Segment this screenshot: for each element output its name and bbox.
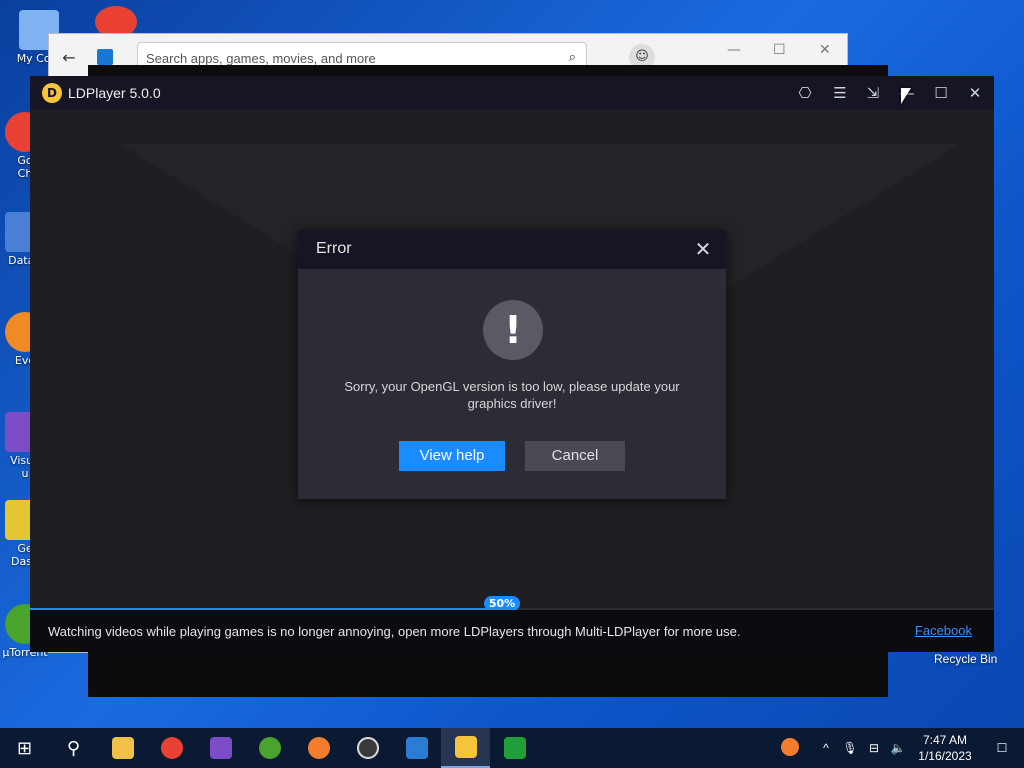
search-placeholder: Search apps, games, movies, and more <box>146 51 376 66</box>
search-button[interactable]: ⚲ <box>49 728 98 768</box>
notifications-icon[interactable]: ☐ <box>980 741 1024 755</box>
taskbar-app-utorrent[interactable] <box>245 728 294 768</box>
back-arrow-icon[interactable]: ← <box>49 48 89 67</box>
chrome-icon <box>160 737 183 759</box>
start-button[interactable]: ⊞ <box>0 728 49 768</box>
maximize-icon[interactable]: ☐ <box>773 42 786 58</box>
footer-message: Watching videos while playing games is n… <box>48 623 741 639</box>
taskbar-app-xbox[interactable] <box>490 728 539 768</box>
ldplayer-icon <box>454 736 477 758</box>
search-icon: ⚲ <box>66 737 81 759</box>
system-tray: ^ 🎙 ⊟ 🔈 7:47 AM 1/16/2023 ☐ <box>778 728 1024 768</box>
search-icon[interactable]: ⌕ <box>569 49 576 65</box>
microphone-icon[interactable]: 🎙 <box>838 741 862 755</box>
volume-icon[interactable]: 🔈 <box>886 741 910 755</box>
ldplayer-titlebar[interactable]: D LDPlayer 5.0.0 ⎔ ☰ ⇲ — ☐ ✕ <box>30 76 994 110</box>
ldplayer-footer: Watching videos while playing games is n… <box>30 610 994 652</box>
utorrent-icon <box>258 737 281 759</box>
close-icon[interactable]: ✕ <box>958 76 992 110</box>
network-icon[interactable]: ⊟ <box>862 741 886 755</box>
tray-app-icon[interactable] <box>778 737 802 759</box>
cancel-button[interactable]: Cancel <box>525 441 625 471</box>
taskbar-app-ldplayer[interactable] <box>441 728 490 768</box>
file-explorer-icon <box>111 737 134 759</box>
maximize-icon[interactable]: ☐ <box>924 76 958 110</box>
window-title: LDPlayer 5.0.0 <box>68 85 161 101</box>
mouse-cursor-icon <box>901 88 911 104</box>
close-icon[interactable]: ✕ <box>690 236 716 262</box>
clock-time: 7:47 AM <box>922 733 968 747</box>
restore-window-icon[interactable]: ⇲ <box>856 76 890 110</box>
gamepad-icon[interactable]: ⎔ <box>788 76 822 110</box>
recycle-bin-label[interactable]: Recycle Bin <box>934 652 997 666</box>
show-hidden-icons-icon[interactable]: ^ <box>814 741 838 755</box>
dialog-title: Error <box>316 240 352 257</box>
dialog-header: Error ✕ <box>298 230 726 269</box>
close-icon[interactable]: ✕ <box>819 42 831 58</box>
facebook-link[interactable]: Facebook <box>915 623 972 638</box>
brave-icon <box>307 737 330 759</box>
obs-icon <box>356 737 379 759</box>
taskbar-app-visual-studio[interactable] <box>196 728 245 768</box>
windows-start-icon: ⊞ <box>16 737 33 759</box>
taskbar-app-obs[interactable] <box>343 728 392 768</box>
minimize-icon[interactable]: — <box>727 42 741 58</box>
taskbar-app-chrome[interactable] <box>147 728 196 768</box>
clock[interactable]: 7:47 AM 1/16/2023 <box>910 732 980 764</box>
error-dialog: Error ✕ ! Sorry, your OpenGL version is … <box>298 230 726 499</box>
visual-studio-icon <box>209 737 232 759</box>
taskbar-app-brave[interactable] <box>294 728 343 768</box>
xbox-icon <box>503 737 526 759</box>
ldplayer-logo-icon: D <box>42 83 62 103</box>
store-bag-icon <box>97 49 113 65</box>
store-icon <box>405 737 428 759</box>
menu-icon[interactable]: ☰ <box>823 76 857 110</box>
warning-icon: ! <box>483 300 543 360</box>
view-help-button[interactable]: View help <box>399 441 505 471</box>
error-message: Sorry, your OpenGL version is too low, p… <box>344 379 680 411</box>
clock-date: 1/16/2023 <box>918 749 972 763</box>
loading-progress-label: 50% <box>484 596 520 611</box>
taskbar-app-file-explorer[interactable] <box>98 728 147 768</box>
taskbar-app-store[interactable] <box>392 728 441 768</box>
taskbar: ⊞ ⚲ ^ 🎙 ⊟ 🔈 7:47 AM 1/16/2023 ☐ <box>0 728 1024 768</box>
